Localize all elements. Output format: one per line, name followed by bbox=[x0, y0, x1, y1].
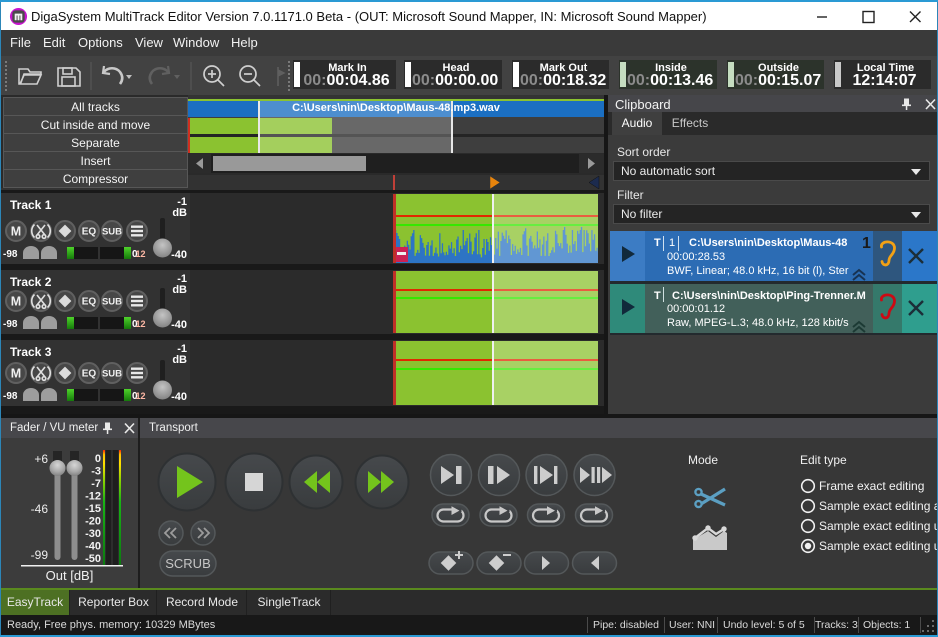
svg-text:-15: -15 bbox=[85, 503, 101, 515]
svg-text:-20: -20 bbox=[85, 516, 101, 528]
svg-text:-50: -50 bbox=[85, 553, 101, 565]
svg-text:-98: -98 bbox=[3, 391, 18, 402]
svg-text:Sample exact editing at: Sample exact editing at bbox=[819, 499, 937, 513]
svg-text:-3: -3 bbox=[91, 466, 101, 478]
svg-text:EQ: EQ bbox=[82, 369, 97, 380]
svg-text:12: 12 bbox=[136, 319, 146, 329]
svg-text:0: 0 bbox=[95, 453, 101, 465]
svg-text:-12: -12 bbox=[85, 491, 101, 503]
svg-text:M: M bbox=[11, 295, 21, 309]
svg-text:EQ: EQ bbox=[82, 297, 97, 308]
svg-text:Edit type: Edit type bbox=[800, 453, 847, 467]
svg-text:12: 12 bbox=[136, 391, 146, 401]
svg-text:M: M bbox=[11, 225, 21, 239]
svg-text:12: 12 bbox=[136, 249, 146, 259]
svg-text:M: M bbox=[11, 367, 21, 381]
svg-text:Mode: Mode bbox=[688, 453, 718, 467]
svg-text:-98: -98 bbox=[3, 249, 18, 260]
svg-text:EQ: EQ bbox=[82, 227, 97, 238]
svg-text:SUB: SUB bbox=[102, 227, 122, 238]
svg-text:Frame exact editing: Frame exact editing bbox=[819, 479, 924, 493]
svg-text:-30: -30 bbox=[85, 528, 101, 540]
svg-text:Sample exact editing us: Sample exact editing us bbox=[819, 539, 937, 553]
svg-text:-40: -40 bbox=[85, 541, 101, 553]
svg-text:-99: -99 bbox=[31, 548, 49, 562]
svg-text:-46: -46 bbox=[31, 502, 49, 516]
svg-text:SUB: SUB bbox=[102, 297, 122, 308]
svg-text:-7: -7 bbox=[91, 478, 101, 490]
svg-text:Sample exact editing us: Sample exact editing us bbox=[819, 519, 937, 533]
svg-text:SUB: SUB bbox=[102, 369, 122, 380]
svg-text:SCRUB: SCRUB bbox=[165, 556, 211, 571]
svg-text:+6: +6 bbox=[34, 452, 48, 466]
svg-text:-98: -98 bbox=[3, 319, 18, 330]
